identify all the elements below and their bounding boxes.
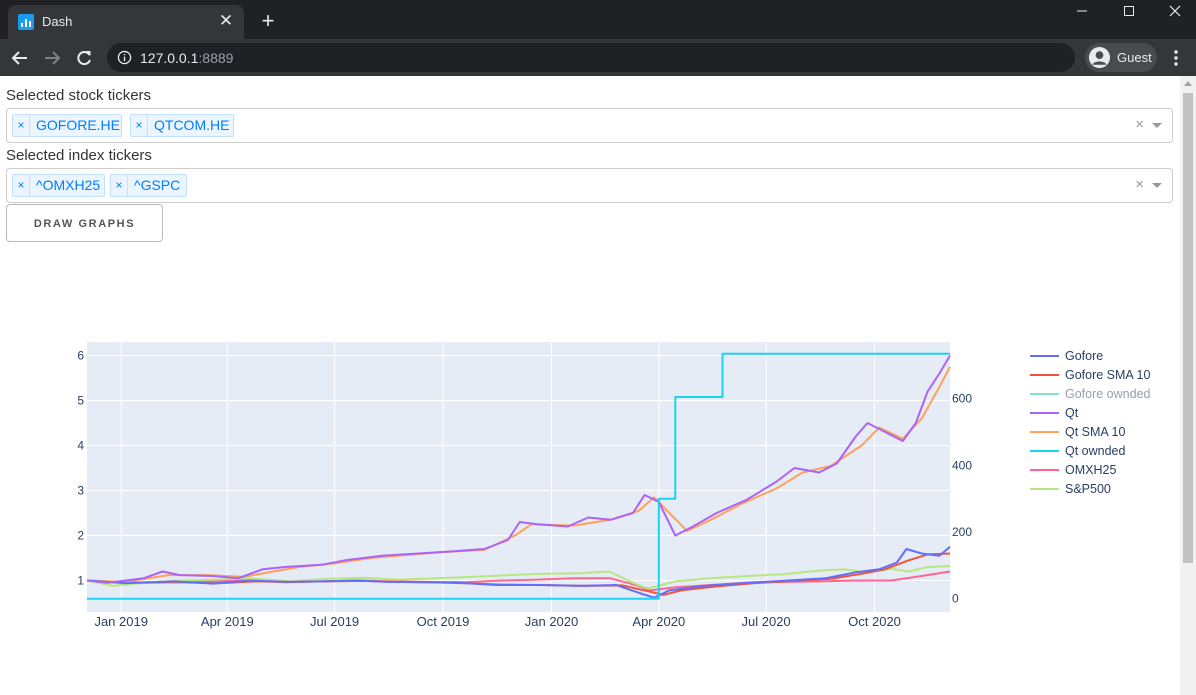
tab-close-icon[interactable]: ✕	[216, 11, 236, 31]
scrollbar-thumb[interactable]	[1183, 93, 1193, 563]
reload-icon	[77, 51, 91, 66]
profile-button[interactable]: Guest	[1085, 43, 1157, 72]
window-close-button[interactable]	[1151, 0, 1196, 26]
bar-chart-favicon-icon	[18, 14, 34, 30]
legend-item-label: Qt SMA 10	[1065, 425, 1125, 439]
new-tab-plus-icon[interactable]: +	[256, 9, 280, 33]
browser-tab[interactable]: Dash ✕	[8, 5, 244, 39]
url-port: :8889	[198, 50, 234, 66]
close-icon	[1169, 5, 1181, 17]
page-content: Selected stock tickers × GOFORE.HE × QTC…	[0, 76, 1180, 695]
y-left-tick-label: 5	[77, 394, 84, 408]
legend-item-label: S&P500	[1065, 482, 1111, 496]
reload-button[interactable]	[70, 44, 98, 72]
maximize-icon	[1124, 6, 1134, 16]
forward-button[interactable]	[38, 44, 66, 72]
y-left-tick-label: 6	[77, 349, 84, 363]
window-minimize-button[interactable]	[1059, 0, 1105, 26]
user-avatar-icon	[1088, 46, 1111, 69]
y-left-tick-label: 3	[77, 484, 84, 498]
x-tick-label: Jan 2020	[525, 614, 579, 629]
url-host: 127.0.0.1	[140, 50, 199, 66]
info-circle-icon[interactable]	[117, 50, 132, 65]
legend-item-label: Qt ownded	[1065, 444, 1126, 458]
y-left-tick-label: 1	[77, 574, 84, 588]
legend-item-label: Gofore ownded	[1065, 387, 1151, 401]
window-maximize-button[interactable]	[1105, 0, 1151, 26]
y-right-tick-label: 0	[952, 592, 959, 606]
legend-item-label: Gofore SMA 10	[1065, 368, 1151, 382]
x-tick-label: Jul 2020	[742, 614, 791, 629]
profile-name: Guest	[1117, 50, 1152, 65]
scroll-up-arrow-icon[interactable]	[1184, 81, 1192, 86]
kebab-menu-icon[interactable]	[1166, 48, 1186, 68]
legend-item-label: Qt	[1065, 406, 1079, 420]
x-tick-label: Apr 2019	[201, 614, 254, 629]
address-bar[interactable]: 127.0.0.1:8889	[107, 43, 1075, 72]
legend-item-label: OMXH25	[1065, 463, 1116, 477]
arrow-right-icon	[45, 51, 61, 65]
x-tick-label: Apr 2020	[632, 614, 685, 629]
page-scrollbar[interactable]	[1180, 76, 1196, 695]
arrow-left-icon	[11, 51, 27, 65]
y-left-tick-label: 4	[77, 439, 84, 453]
y-right-tick-label: 400	[952, 458, 972, 472]
minimize-icon	[1077, 10, 1087, 12]
url-text: 127.0.0.1:8889	[140, 50, 233, 66]
y-right-tick-label: 200	[952, 525, 972, 539]
back-button[interactable]	[6, 44, 34, 72]
x-tick-label: Oct 2019	[417, 614, 470, 629]
x-tick-label: Jan 2019	[94, 614, 148, 629]
stock-line-chart: Jan 2019 Apr 2019 Jul 2019 Oct 2019 Jan 2020…	[77, 342, 1151, 629]
browser-tab-bar: Dash ✕ +	[0, 0, 1196, 39]
browser-toolbar: 127.0.0.1:8889 Guest	[0, 39, 1196, 76]
y-right-tick-label: 600	[952, 392, 972, 406]
y-left-tick-label: 2	[77, 529, 84, 543]
legend-item-label: Gofore	[1065, 349, 1103, 363]
tab-title: Dash	[42, 14, 73, 29]
x-tick-label: Jul 2019	[310, 614, 359, 629]
x-tick-label: Oct 2020	[848, 614, 901, 629]
